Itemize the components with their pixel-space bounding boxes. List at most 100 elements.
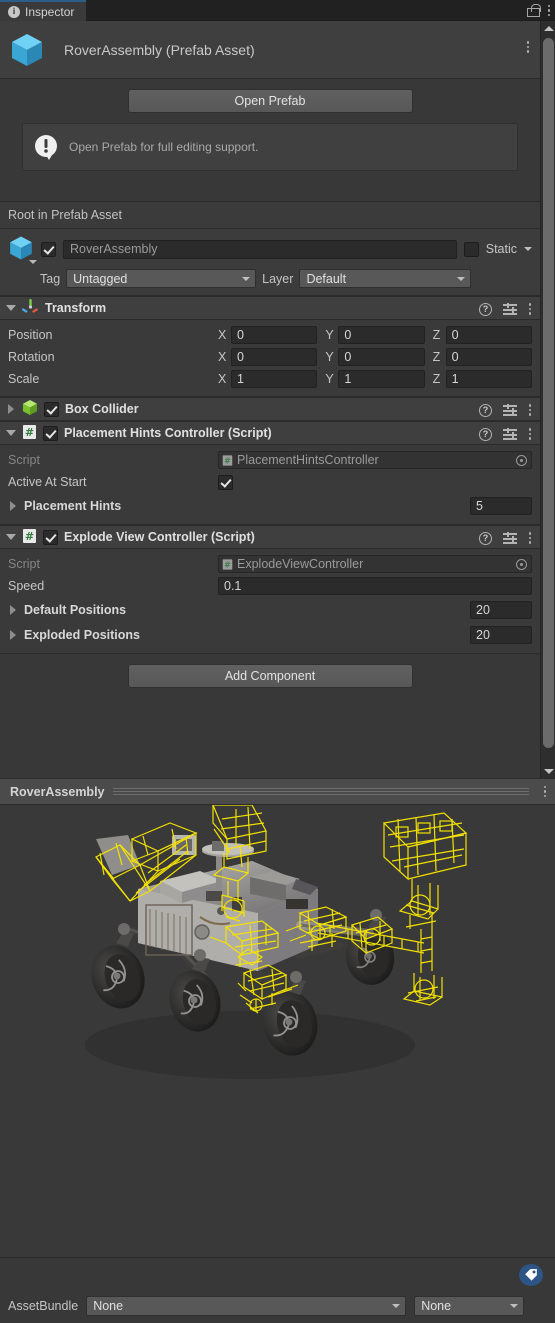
prefab-cube-icon (10, 32, 44, 68)
transform-scale-row: Scale X 1 Y 1 Z 1 (8, 368, 532, 390)
inspector-tab-bar: i Inspector (0, 0, 555, 21)
speed-row: Speed 0.1 (8, 575, 532, 597)
asset-bundle-variant-dropdown[interactable]: None (414, 1296, 525, 1316)
preset-settings-icon[interactable] (503, 404, 517, 416)
tab-inspector[interactable]: i Inspector (0, 0, 87, 21)
component-enabled-checkbox[interactable] (44, 401, 59, 417)
preset-settings-icon[interactable] (503, 532, 517, 544)
active-at-start-checkbox[interactable] (218, 474, 233, 490)
open-prefab-button[interactable]: Open Prefab (127, 89, 413, 113)
component-header-actions: ? (479, 297, 532, 321)
scale-y-input[interactable]: 1 (338, 370, 425, 388)
property-label: Scale (8, 372, 40, 386)
tag-dropdown[interactable]: Untagged (66, 269, 257, 288)
property-label: Placement Hints (24, 498, 122, 513)
help-icon[interactable]: ? (479, 302, 492, 316)
scale-x-input[interactable]: 1 (231, 370, 318, 388)
kebab-menu-icon[interactable] (528, 428, 532, 440)
asset-bundle-dropdown[interactable]: None (86, 1296, 407, 1316)
asset-bundle-label: AssetBundle (8, 1299, 79, 1313)
component-header-transform[interactable]: Transform ? (0, 296, 540, 320)
chevron-down-icon (510, 1304, 519, 1308)
exploded-positions-size-input[interactable]: 20 (470, 625, 532, 644)
property-label: Exploded Positions (24, 627, 140, 642)
static-checkbox[interactable] (463, 241, 479, 257)
game-object-name-row: RoverAssembly Static (8, 235, 532, 264)
component-header-actions: ? (479, 422, 532, 446)
rotation-z-input[interactable]: 0 (445, 348, 532, 366)
script-object-field[interactable]: # PlacementHintsController (218, 451, 532, 469)
foldout-toggle-icon[interactable] (6, 428, 16, 438)
component-header-placement-hints-controller[interactable]: # Placement Hints Controller (Script) ? (0, 421, 540, 445)
script-object-field[interactable]: # ExplodeViewController (218, 555, 532, 573)
static-dropdown-caret-icon[interactable] (524, 247, 532, 251)
scroll-down-arrow-icon[interactable] (541, 764, 555, 778)
foldout-toggle-icon[interactable] (8, 604, 18, 615)
axis-label-z: Z (432, 350, 441, 364)
scroll-up-arrow-icon[interactable] (541, 21, 555, 35)
position-z-input[interactable]: 0 (445, 326, 532, 344)
add-component-button[interactable]: Add Component (127, 664, 413, 688)
help-icon[interactable]: ? (479, 403, 492, 417)
svg-text:#: # (224, 456, 231, 465)
layer-dropdown[interactable]: Default (299, 269, 472, 288)
foldout-toggle-icon[interactable] (6, 303, 16, 313)
game-object-enabled-checkbox[interactable] (41, 241, 56, 257)
foldout-toggle-icon[interactable] (8, 629, 18, 640)
scale-z-input[interactable]: 1 (445, 370, 532, 388)
speed-input[interactable]: 0.1 (218, 577, 532, 595)
preview-resize-handle[interactable] (112, 788, 529, 795)
foldout-toggle-icon[interactable] (8, 500, 18, 511)
foldout-toggle-icon[interactable] (6, 404, 16, 414)
vector3-field: X 0 Y 0 Z 0 (218, 326, 532, 344)
asset-bundle-tag-icon[interactable] (519, 1264, 543, 1286)
info-icon: i (8, 5, 20, 18)
default-positions-size-input[interactable]: 20 (470, 600, 532, 619)
position-x-input[interactable]: 0 (231, 326, 318, 344)
root-in-prefab-asset-label: Root in Prefab Asset (0, 201, 540, 229)
prefab-preview-area[interactable] (0, 805, 555, 1257)
object-picker-icon[interactable] (516, 454, 527, 466)
lock-open-icon[interactable] (527, 4, 541, 17)
inspector-scrollbar[interactable] (540, 21, 555, 778)
rotation-x-input[interactable]: 0 (231, 348, 318, 366)
static-label: Static (485, 242, 517, 256)
preset-settings-icon[interactable] (503, 303, 517, 315)
kebab-menu-icon[interactable] (543, 785, 547, 798)
script-icon: # (22, 528, 37, 547)
box-collider-icon (22, 399, 38, 419)
unity-inspector-window: i Inspector RoverAssembly (Prefab Asset) (0, 0, 555, 1323)
property-label: Script (8, 557, 40, 571)
game-object-name-input[interactable]: RoverAssembly (63, 239, 457, 259)
axis-label-x: X (218, 372, 227, 386)
kebab-menu-icon[interactable] (547, 4, 551, 17)
kebab-menu-icon[interactable] (526, 41, 530, 53)
position-y-input[interactable]: 0 (338, 326, 425, 344)
kebab-menu-icon[interactable] (528, 404, 532, 416)
prefab-cube-icon[interactable] (8, 235, 37, 264)
default-positions-array-row: Default Positions 20 (8, 597, 532, 622)
vector3-field: X 1 Y 1 Z 1 (218, 370, 532, 388)
component-enabled-checkbox[interactable] (43, 425, 58, 441)
component-title: Transform (45, 301, 107, 315)
chevron-down-icon (392, 1304, 401, 1308)
preview-header-bar[interactable]: RoverAssembly (0, 778, 555, 805)
kebab-menu-icon[interactable] (528, 303, 532, 315)
placement-hints-size-input[interactable]: 5 (470, 496, 532, 515)
svg-text:#: # (224, 560, 231, 569)
kebab-menu-icon[interactable] (528, 532, 532, 544)
help-icon[interactable]: ? (479, 427, 492, 441)
component-header-explode-view-controller[interactable]: # Explode View Controller (Script) ? (0, 525, 540, 549)
object-picker-icon[interactable] (516, 558, 527, 570)
help-icon[interactable]: ? (479, 531, 492, 545)
component-enabled-checkbox[interactable] (43, 529, 58, 545)
exploded-positions-array-row: Exploded Positions 20 (8, 622, 532, 647)
chevron-down-icon[interactable] (29, 260, 37, 264)
preset-settings-icon[interactable] (503, 428, 517, 440)
component-header-box-collider[interactable]: Box Collider ? (0, 397, 540, 421)
prefab-help-text: Open Prefab for full editing support. (69, 140, 259, 154)
rotation-y-input[interactable]: 0 (338, 348, 425, 366)
foldout-toggle-icon[interactable] (6, 532, 16, 542)
scrollbar-thumb[interactable] (543, 38, 554, 748)
axis-label-y: Y (325, 372, 334, 386)
